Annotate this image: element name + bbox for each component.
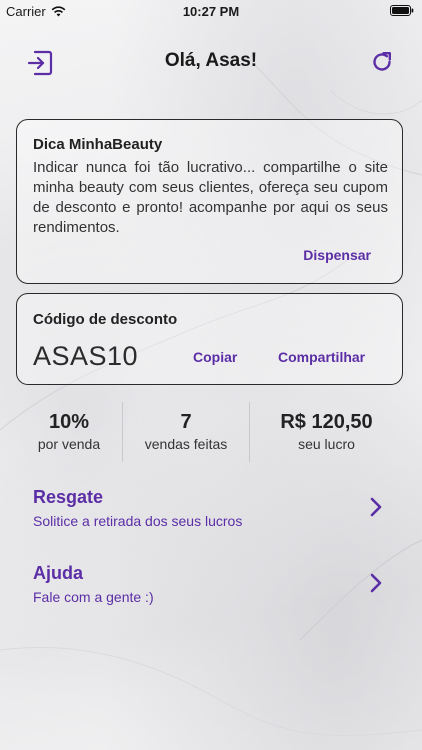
dismiss-button[interactable]: Dispensar bbox=[303, 247, 371, 263]
stat-sales: 7 vendas feitas bbox=[123, 402, 249, 462]
menu-item-subtitle: Solitice a retirada dos seus lucros bbox=[33, 513, 243, 529]
stat-profit: R$ 120,50 seu lucro bbox=[250, 402, 403, 462]
chevron-right-icon bbox=[370, 573, 382, 593]
menu-item-resgate[interactable]: Resgate Solitice a retirada dos seus luc… bbox=[0, 484, 422, 536]
discount-code-card: Código de desconto ASAS10 Copiar Compart… bbox=[16, 293, 403, 385]
chevron-right-icon bbox=[370, 497, 382, 517]
menu-item-title: Ajuda bbox=[33, 563, 84, 583]
status-time: 10:27 PM bbox=[182, 4, 240, 19]
stat-value: R$ 120,50 bbox=[280, 411, 373, 433]
menu-item-subtitle: Fale com a gente :) bbox=[33, 589, 154, 605]
stat-value: 7 bbox=[180, 411, 192, 433]
copy-button[interactable]: Copiar bbox=[193, 349, 237, 365]
menu-item-ajuda[interactable]: Ajuda Fale com a gente :) bbox=[0, 560, 422, 612]
stat-label: seu lucro bbox=[298, 436, 355, 452]
tip-card: Dica MinhaBeauty Indicar nunca foi tão l… bbox=[16, 119, 403, 284]
share-button[interactable]: Compartilhar bbox=[278, 349, 365, 365]
header: Olá, Asas! bbox=[0, 44, 422, 80]
stat-commission: 10% por venda bbox=[16, 402, 122, 462]
page-title: Olá, Asas! bbox=[164, 50, 258, 71]
stat-value: 10% bbox=[48, 411, 90, 433]
stats-row: 10% por venda 7 vendas feitas R$ 120,50 … bbox=[16, 402, 403, 462]
stat-label: vendas feitas bbox=[144, 436, 228, 452]
menu-item-title: Resgate bbox=[33, 487, 104, 507]
refresh-icon[interactable] bbox=[370, 50, 394, 74]
tip-text: Indicar nunca foi tão lucrativo... compa… bbox=[33, 159, 388, 236]
stat-label: por venda bbox=[37, 436, 101, 452]
status-bar: Carrier 10:27 PM bbox=[0, 0, 422, 22]
discount-code-title: Código de desconto bbox=[33, 311, 178, 328]
tip-title: Dica MinhaBeauty bbox=[33, 136, 163, 153]
discount-code-value: ASAS10 bbox=[33, 341, 139, 371]
battery-icon bbox=[390, 5, 414, 16]
